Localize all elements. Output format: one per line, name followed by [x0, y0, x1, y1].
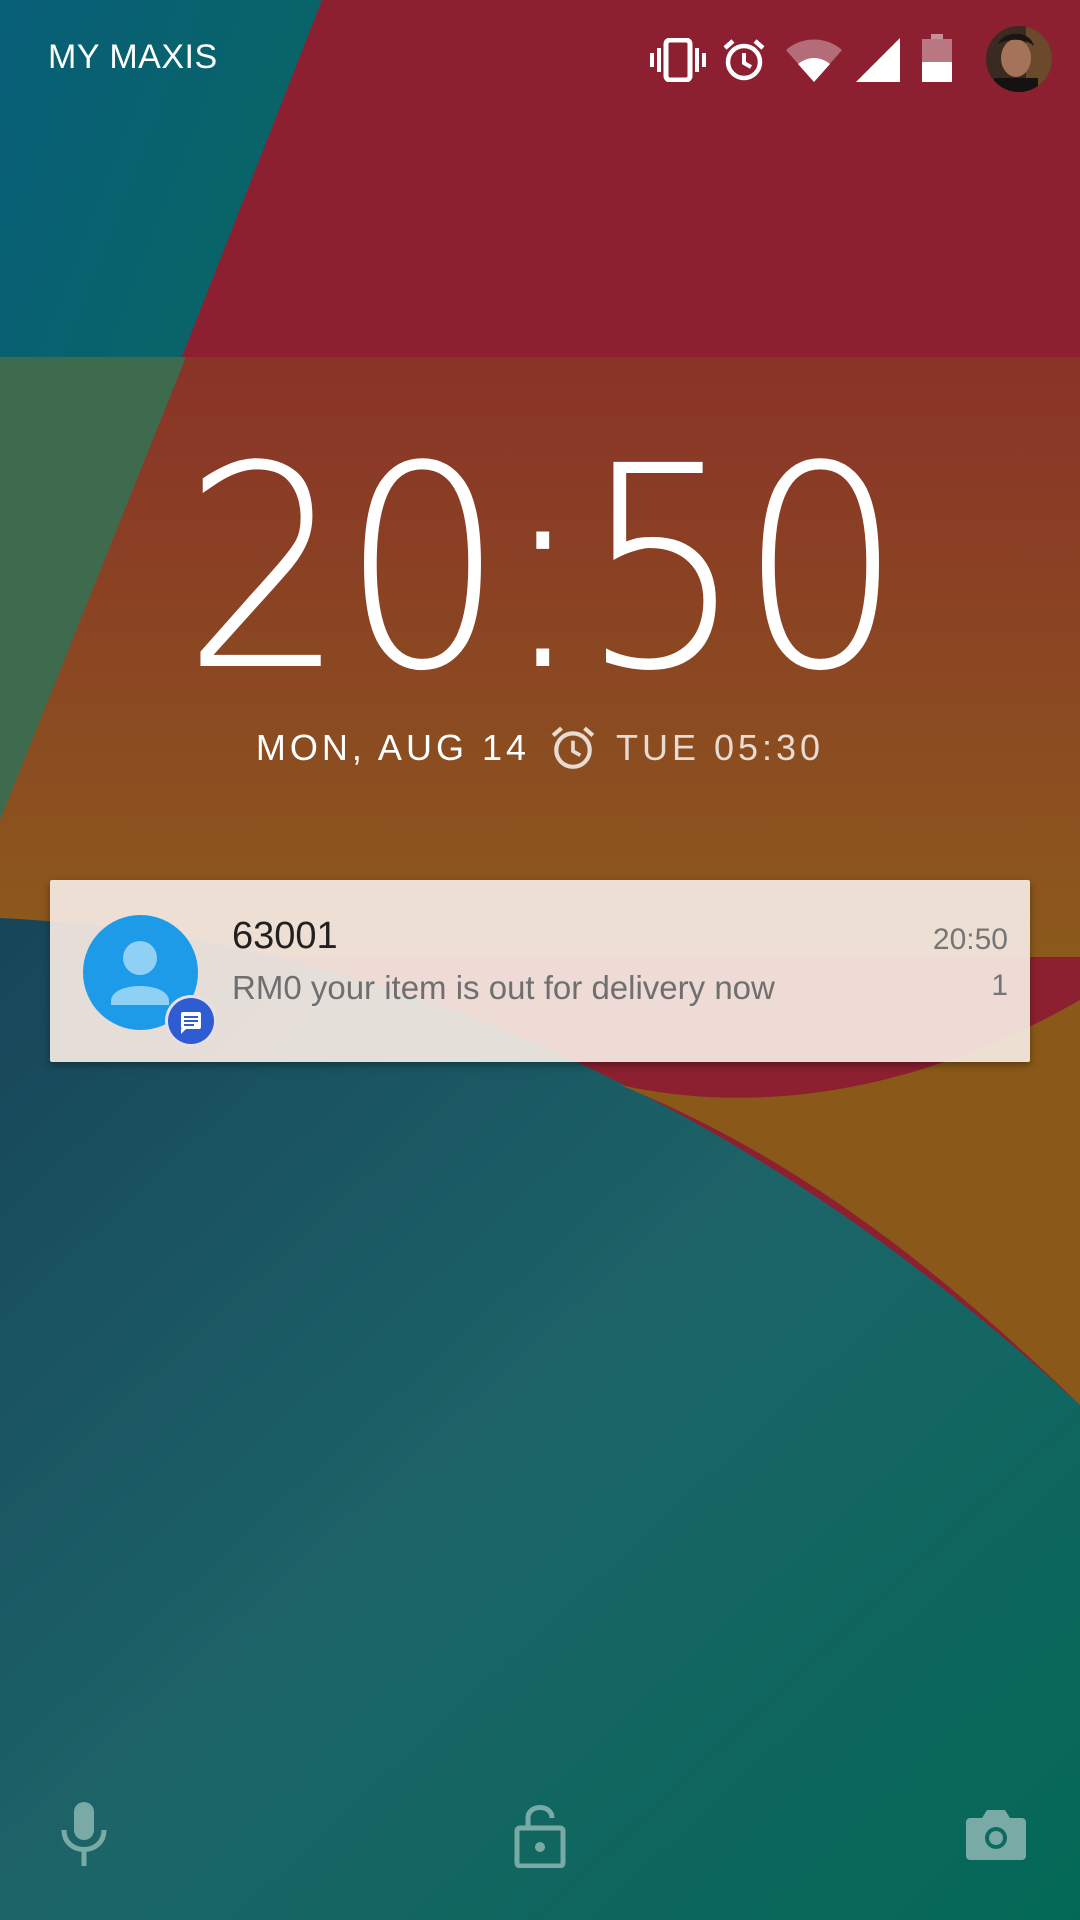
lock-icon[interactable] [514, 1800, 566, 1868]
notification-text: RM0 your item is out for delivery now [232, 969, 775, 1006]
lockscreen-clock: 20:50 [182, 407, 903, 733]
notification-count: 1 [991, 969, 1008, 1002]
status-bar: MY MAXIS [0, 0, 1080, 120]
user-avatar[interactable] [986, 26, 1052, 92]
battery-icon [922, 34, 952, 82]
signal-icon [856, 38, 900, 82]
notification-title: 63001 [232, 915, 338, 957]
notification-time: 20:50 [932, 923, 1008, 956]
next-alarm-text: TUE 05:30 [615, 727, 825, 768]
wifi-icon [786, 38, 842, 82]
alarm-icon [550, 725, 596, 771]
message-icon [165, 995, 217, 1047]
carrier-name: MY MAXIS [48, 38, 218, 76]
status-icons [650, 26, 1052, 96]
camera-icon[interactable] [966, 1806, 1026, 1860]
date-row: MON, AUG 14 TUE 05:30 [0, 725, 1080, 775]
sms-notification[interactable]: 63001 RM0 your item is out for delivery … [50, 880, 1030, 1062]
vibrate-icon [650, 38, 706, 82]
date-text: MON, AUG 14 [255, 727, 530, 768]
microphone-icon[interactable] [58, 1800, 110, 1868]
alarm-icon [722, 38, 766, 82]
